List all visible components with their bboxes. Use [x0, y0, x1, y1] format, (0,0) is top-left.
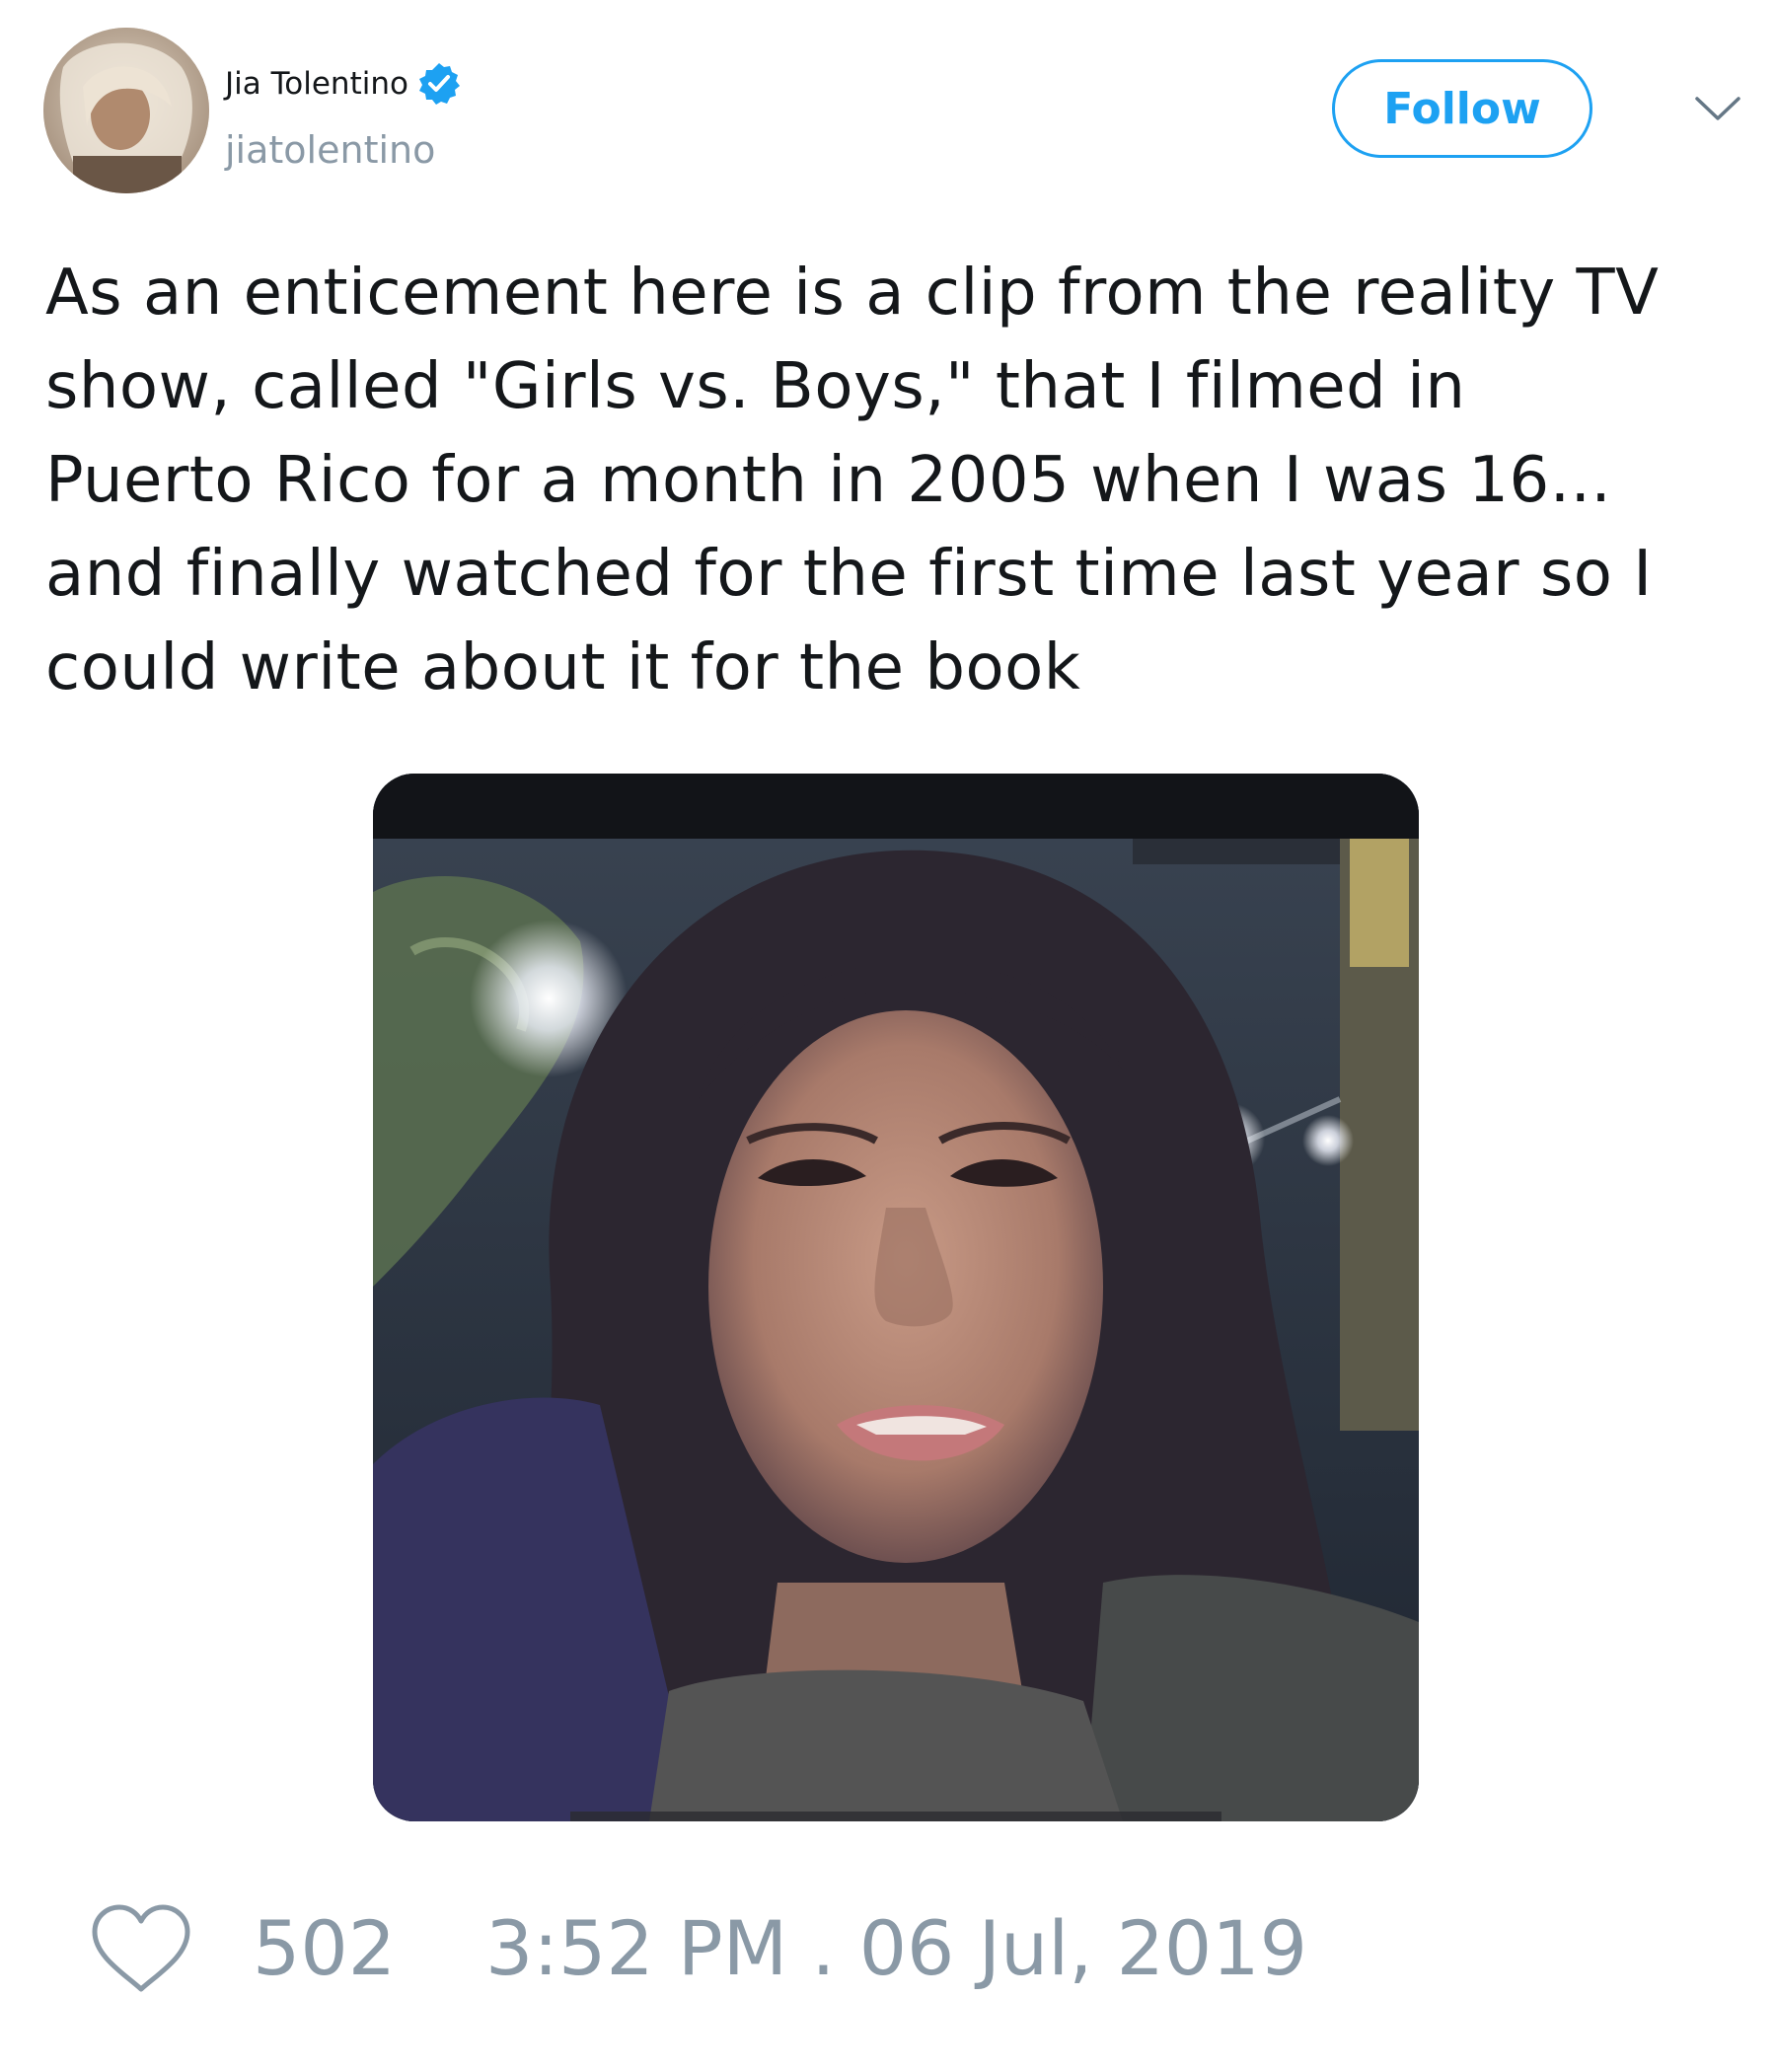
tweet-text-line: could write about it for the book — [45, 631, 1081, 704]
video-thumbnail-image — [373, 774, 1419, 1821]
user-display-name[interactable]: Jia Tolentino — [225, 64, 408, 104]
user-name-row: Jia Tolentino — [225, 61, 462, 107]
heart-icon[interactable] — [89, 1902, 193, 1995]
user-handle[interactable]: jiatolentino — [225, 126, 435, 174]
tweet-text-line: As an enticement here is a clip from the… — [45, 257, 1660, 330]
tweet-text: As an enticement here is a clip from the… — [45, 247, 1762, 715]
tweet-timestamp[interactable]: 3:52 PM . 06 Jul, 2019 — [485, 1904, 1307, 1993]
tweet-card: Jia Tolentino jiatolentino Follow As an … — [0, 0, 1776, 2072]
user-avatar[interactable] — [43, 28, 209, 193]
like-count: 502 — [253, 1904, 397, 1992]
verified-badge-icon — [416, 61, 462, 107]
tweet-text-line: show, called "Girls vs. Boys," that I fi… — [45, 350, 1466, 423]
chevron-down-icon[interactable] — [1691, 89, 1744, 128]
tweet-text-line: Puerto Rico for a month in 2005 when I w… — [45, 444, 1612, 517]
avatar-photo — [43, 28, 209, 193]
tweet-text-line: and finally watched for the first time l… — [45, 538, 1653, 611]
tweet-media-video[interactable] — [373, 774, 1419, 1821]
follow-button[interactable]: Follow — [1332, 59, 1592, 158]
